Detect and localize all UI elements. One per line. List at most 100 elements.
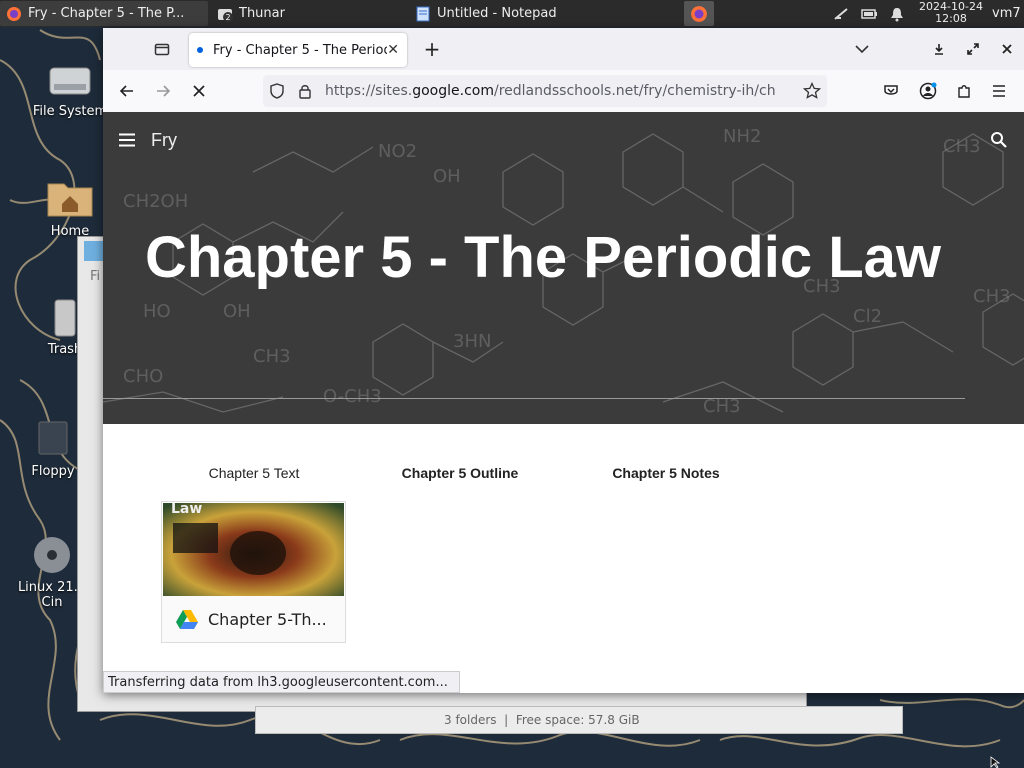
svg-text:CH2OH: CH2OH bbox=[123, 191, 188, 212]
taskbar-item-label: Thunar bbox=[239, 6, 285, 21]
chevron-down-icon bbox=[855, 45, 869, 54]
shield-icon[interactable] bbox=[269, 83, 285, 99]
taskbar-item-label: Untitled - Notepad bbox=[437, 6, 557, 21]
thunar-statusbar: 3 folders | Free space: 57.8 GiB bbox=[255, 706, 903, 734]
desktop-icon-file-system[interactable]: File System bbox=[25, 58, 115, 119]
app-menu-button[interactable] bbox=[985, 77, 1013, 105]
google-drive-icon bbox=[176, 609, 198, 629]
notepad-icon bbox=[416, 6, 430, 21]
svg-text:CH3: CH3 bbox=[253, 346, 291, 367]
taskbar-item-label: Fry - Chapter 5 - The P... bbox=[28, 6, 185, 21]
list-all-tabs-button[interactable] bbox=[848, 35, 876, 63]
taskbar-item-notepad[interactable]: Untitled - Notepad bbox=[409, 1, 606, 26]
arrow-right-icon bbox=[157, 85, 171, 97]
clock[interactable]: 2024-10-24 12:08 bbox=[916, 1, 986, 25]
svg-text:O-CH3: O-CH3 bbox=[323, 386, 382, 407]
file-manager-icon: 2 bbox=[218, 8, 233, 22]
url-path: /redlandsschools.net/fry/chemistry-ih/ch bbox=[493, 83, 776, 99]
tab-close-icon[interactable]: ✕ bbox=[387, 42, 399, 58]
thunar-status-text: 3 folders | Free space: 57.8 GiB bbox=[444, 713, 640, 727]
maximize-icon bbox=[967, 43, 979, 55]
account-icon bbox=[919, 82, 937, 100]
close-window-button[interactable] bbox=[993, 35, 1021, 63]
url-text[interactable]: https://sites.google.com/redlandsschools… bbox=[325, 83, 793, 99]
maximize-button[interactable] bbox=[959, 35, 987, 63]
drive-icon bbox=[49, 67, 91, 95]
account-button[interactable] bbox=[914, 77, 942, 105]
firefox-icon bbox=[691, 5, 707, 22]
notification-bell-icon[interactable] bbox=[888, 5, 906, 23]
network-disconnected-icon[interactable] bbox=[832, 5, 850, 23]
svg-text:CH3: CH3 bbox=[973, 286, 1011, 307]
thunar-title-fragment: Fi bbox=[90, 269, 101, 284]
page-title: Chapter 5 - The Periodic Law bbox=[144, 225, 942, 290]
drive-file-name: Chapter 5-Th... bbox=[208, 609, 327, 629]
web-page: CH2OH HO OH NO2 OH NH2 CH3 3HN CH3 CH3 CH3 CHO O… bbox=[103, 112, 1024, 693]
svg-text:OH: OH bbox=[433, 166, 461, 187]
drive-file-thumbnail: Law bbox=[163, 503, 344, 596]
close-icon bbox=[1002, 44, 1012, 54]
desktop-icon-label: Linux 21.1 Cin bbox=[17, 580, 87, 610]
drive-file-footer: Chapter 5-Th... bbox=[162, 596, 345, 642]
tab-strip: Fry - Chapter 5 - The Periodic Law ✕ + bbox=[103, 28, 1024, 70]
taskbar-item-thunar[interactable]: 2 Thunar bbox=[211, 1, 406, 26]
firefox-icon bbox=[7, 6, 21, 21]
svg-text:Cl2: Cl2 bbox=[853, 306, 882, 327]
arrow-left-icon bbox=[119, 85, 133, 97]
svg-text:HO: HO bbox=[143, 301, 171, 322]
header-divider bbox=[103, 398, 965, 399]
taskbar-item-firefox[interactable]: Fry - Chapter 5 - The P... bbox=[0, 1, 208, 26]
link-chapter-5-text[interactable]: Chapter 5 Text bbox=[154, 465, 354, 481]
firefox-window[interactable]: Fry - Chapter 5 - The Periodic Law ✕ + bbox=[103, 28, 1024, 693]
stop-loading-icon bbox=[193, 85, 205, 97]
tab-title: Fry - Chapter 5 - The Periodic Law bbox=[213, 42, 387, 58]
link-chapter-5-notes[interactable]: Chapter 5 Notes bbox=[566, 465, 766, 481]
minimize-button[interactable] bbox=[925, 35, 953, 63]
desktop-icon-home[interactable]: Home bbox=[25, 178, 115, 239]
hamburger-menu-icon bbox=[993, 85, 1005, 97]
site-nav-menu-button[interactable] bbox=[113, 126, 141, 154]
page-header-banner: CH2OH HO OH NO2 OH NH2 CH3 3HN CH3 CH3 CH3 CHO O… bbox=[103, 112, 1024, 424]
site-search-button[interactable] bbox=[985, 126, 1013, 154]
search-icon bbox=[991, 132, 1007, 148]
thunar-window-icon bbox=[84, 241, 104, 261]
clock-time: 12:08 bbox=[935, 12, 967, 25]
svg-text:CH3: CH3 bbox=[943, 136, 981, 157]
taskbar: Fry - Chapter 5 - The P... 2 Thunar Unti… bbox=[0, 0, 1024, 27]
stop-button[interactable] bbox=[185, 77, 213, 105]
firefox-view-button[interactable] bbox=[148, 35, 176, 63]
extensions-button[interactable] bbox=[950, 77, 978, 105]
battery-icon[interactable] bbox=[860, 5, 878, 23]
hamburger-menu-icon bbox=[119, 133, 135, 147]
link-chapter-5-outline[interactable]: Chapter 5 Outline bbox=[360, 465, 560, 481]
svg-text:3HN: 3HN bbox=[453, 331, 491, 352]
tab-active[interactable]: Fry - Chapter 5 - The Periodic Law ✕ bbox=[189, 33, 407, 67]
firefox-view-icon bbox=[154, 43, 170, 56]
site-title[interactable]: Fry bbox=[151, 130, 177, 151]
disc-icon bbox=[34, 537, 70, 573]
new-tab-button[interactable]: + bbox=[418, 35, 446, 63]
floppy-icon bbox=[38, 421, 68, 455]
drive-file-card[interactable]: Law Chapter 5-Th... bbox=[161, 501, 346, 643]
back-button[interactable] bbox=[113, 77, 141, 105]
forward-button[interactable] bbox=[149, 77, 177, 105]
home-folder-icon bbox=[47, 183, 93, 217]
browser-status-bar: Transferring data from lh3.googleusercon… bbox=[103, 671, 460, 693]
bookmark-star-icon[interactable] bbox=[803, 82, 821, 100]
taskbar-pinned-firefox[interactable] bbox=[684, 1, 714, 26]
url-bar[interactable]: https://sites.google.com/redlandsschools… bbox=[263, 75, 827, 107]
desktop-icon-label: File System bbox=[32, 104, 108, 119]
svg-text:2: 2 bbox=[225, 13, 230, 22]
svg-text:Law: Law bbox=[171, 503, 202, 517]
url-prefix: https://sites. bbox=[325, 83, 413, 99]
lock-icon[interactable] bbox=[297, 83, 313, 99]
desktop-icon-label: Floppy bbox=[31, 464, 75, 479]
tab-favicon-icon bbox=[197, 47, 203, 53]
user-name[interactable]: vm7 bbox=[992, 6, 1021, 21]
pocket-button[interactable] bbox=[877, 77, 905, 105]
svg-text:CHO: CHO bbox=[123, 366, 163, 387]
svg-text:NH2: NH2 bbox=[723, 126, 761, 147]
svg-text:OH: OH bbox=[223, 301, 251, 322]
svg-text:NO2: NO2 bbox=[378, 141, 417, 162]
puzzle-icon bbox=[958, 85, 970, 98]
